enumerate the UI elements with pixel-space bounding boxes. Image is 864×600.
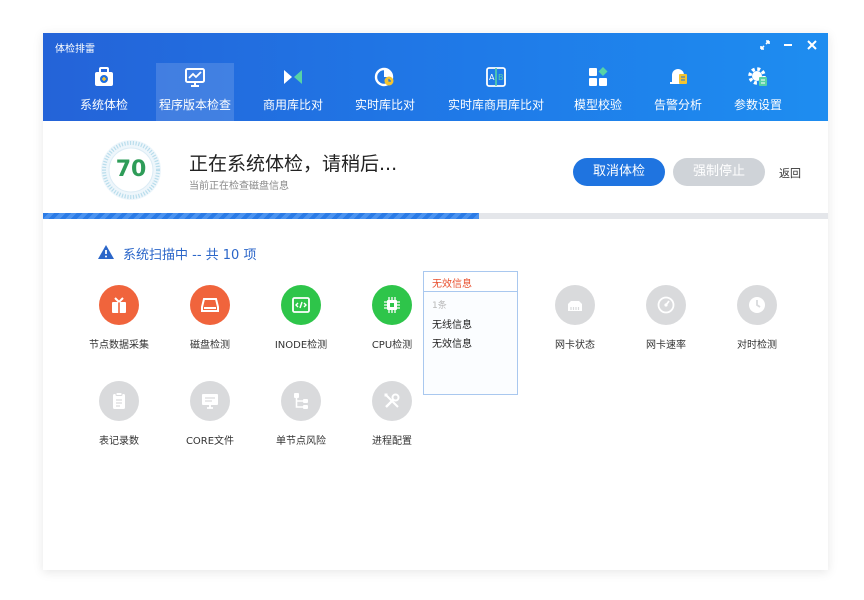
check-icon-bg [190,381,230,421]
close-button[interactable] [803,37,821,53]
nav-label: 程序版本检查 [158,98,231,112]
check-icon-bg [281,381,321,421]
nav-item-realtime-commercial-compare[interactable]: AB 实时库商用库比对 [441,63,551,121]
nav-item-system-check[interactable]: 系统体检 [72,63,136,121]
check-icon-bg [190,285,230,325]
screen-icon [202,394,218,409]
nav-label: 告警分析 [653,98,702,112]
nav-label: 实时库商用库比对 [447,98,544,112]
status-panel: 70 正在系统体检，请稍后... 当前正在检查磁盘信息 取消体检 强制停止 返回 [43,121,828,213]
check-item-core-file[interactable]: CORE文件 [164,381,256,461]
check-label: 进程配置 [372,436,412,447]
gift-box-icon [112,297,126,313]
grid-diamond-icon [589,67,608,86]
minimize-button[interactable] [779,37,797,53]
force-stop-button[interactable]: 强制停止 [673,158,765,186]
nav-item-alarm-analysis[interactable]: 告警分析 [646,63,710,121]
check-icon-bg [281,285,321,325]
check-icon-bg [737,285,777,325]
popup-item: 无线信息 [432,320,472,331]
bell-list-icon [670,69,687,84]
cancel-check-button[interactable]: 取消体检 [573,158,665,186]
nav-label: 实时库比对 [354,98,415,112]
check-icon-bg [372,381,412,421]
check-item-table-records[interactable]: 表记录数 [73,381,165,461]
check-item-single-node-risk[interactable]: 单节点风险 [255,381,347,461]
svg-text:A: A [489,73,495,82]
check-label: 对时检测 [737,340,777,351]
code-icon [292,297,310,313]
check-icon-bg [372,285,412,325]
nav-label: 商用库比对 [262,98,323,112]
nav-item-settings[interactable]: 参数设置 [726,63,790,121]
cpu-chip-icon [384,297,400,313]
app-window: 体检排雷 系统体检 程序版本检查 商用库比对 实时库比对 A B 实时库商用库比… [43,33,828,570]
popup-tab-invalid[interactable]: 无效信息 [424,272,517,292]
tree-nodes-icon [294,393,308,409]
check-icon-bg [555,285,595,325]
nav-item-commercial-compare[interactable]: 商用库比对 [257,63,329,121]
status-title: 正在系统体检，请稍后... [189,153,398,175]
score-gauge: 70 [100,139,162,201]
check-item-nic-speed[interactable]: 网卡速率 [620,285,712,365]
score-value: 70 [115,157,147,182]
restore-button[interactable] [756,37,774,53]
minimize-icon [784,44,792,46]
close-icon [807,40,817,50]
title-bar: 体检排雷 系统体检 程序版本检查 商用库比对 实时库比对 A B 实时库商用库比… [43,33,828,121]
warning-icon [98,245,114,259]
check-icon-bg [99,285,139,325]
popup-item: 无效信息 [432,339,472,350]
nav-item-model-check[interactable]: 模型校验 [566,63,630,121]
check-item-nic-status[interactable]: 网卡状态 [529,285,621,365]
disk-icon [201,298,219,312]
network-card-icon [568,301,582,311]
app-title: 体检排雷 [55,44,95,55]
main-nav: 系统体检 程序版本检查 商用库比对 实时库比对 AB 实时库商用库比对 模型校验 [43,63,828,121]
popup-count: 1条 [432,301,447,311]
restore-icon [760,40,770,50]
clock-icon [749,297,765,313]
nav-label: 参数设置 [733,98,782,112]
check-item-time-sync[interactable]: 对时检测 [711,285,803,365]
clipboard-icon [113,392,125,409]
wrench-tools-icon [384,393,400,408]
medkit-icon [95,67,113,86]
nav-label: 模型校验 [573,98,622,112]
invalid-info-popup: 无效信息 1条 无线信息 无效信息 [423,271,518,395]
gear-doc-icon [748,67,767,86]
speedometer-icon [657,296,675,314]
check-icon-bg [646,285,686,325]
scan-progress-bar [43,213,828,219]
main-content: 70 正在系统体检，请稍后... 当前正在检查磁盘信息 取消体检 强制停止 返回… [43,121,828,570]
check-item-disk[interactable]: 磁盘检测 [164,285,256,365]
pie-clock-icon [374,67,394,87]
check-item-node-data[interactable]: 节点数据采集 [73,285,165,365]
status-subtitle: 当前正在检查磁盘信息 [189,181,289,192]
monitor-chart-icon [185,68,205,87]
compare-arrows-icon [284,70,302,84]
check-item-inode[interactable]: INODE检测 [255,285,347,365]
scan-progress-fill [43,213,479,219]
ab-compare-icon: AB [486,67,506,87]
svg-text:B: B [498,73,504,82]
check-icon-bg [99,381,139,421]
back-link[interactable]: 返回 [779,165,801,181]
nav-item-version-check[interactable]: 程序版本检查 [156,63,234,121]
scan-header-text: 系统扫描中 -- 共 10 项 [123,248,257,263]
nav-item-realtime-compare[interactable]: 实时库比对 [349,63,421,121]
nav-label: 系统体检 [79,98,128,112]
